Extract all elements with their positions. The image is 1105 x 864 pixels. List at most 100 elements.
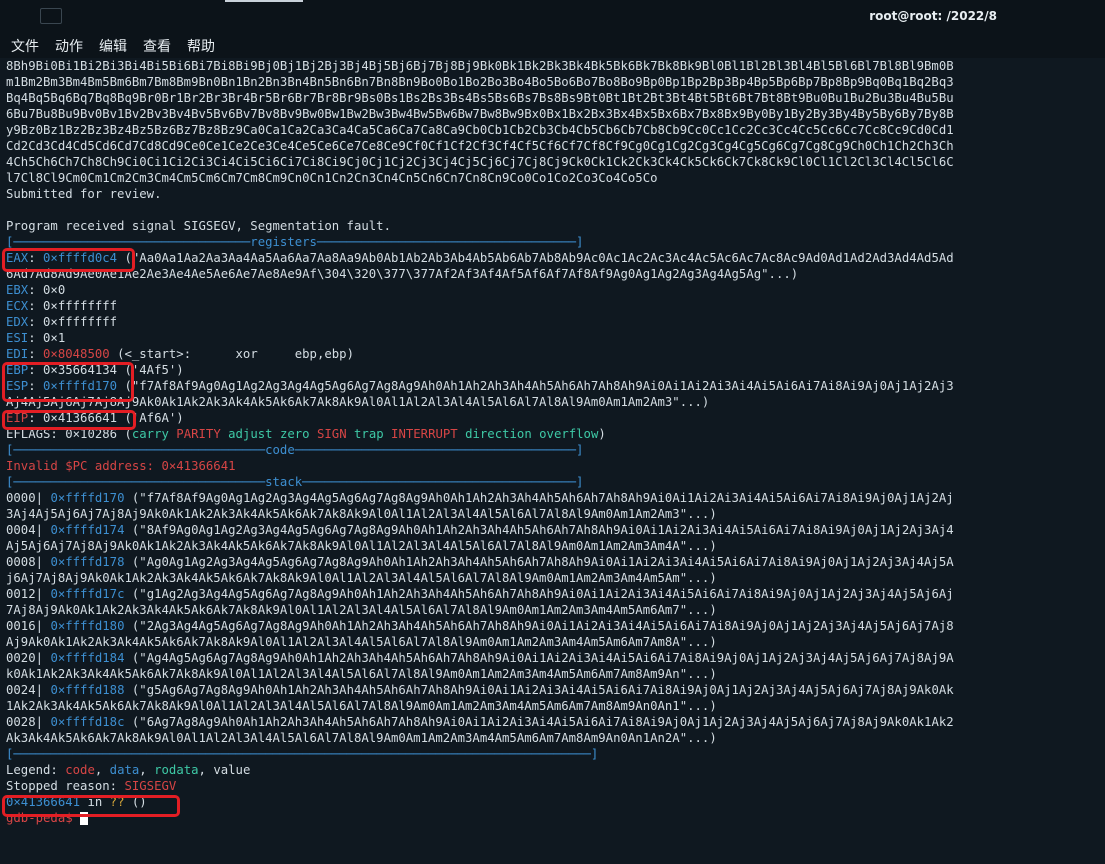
- flag-trap: trap: [354, 427, 384, 441]
- menu-file[interactable]: 文件: [11, 36, 39, 56]
- edi-value: (<_start>: xor ebp,ebp): [109, 347, 354, 361]
- pattern-line: m1Bm2Bm3Bm4Bm5Bm6Bm7Bm8Bm9Bn0Bn1Bn2Bn3Bn…: [6, 75, 954, 89]
- register-ebp: EBP: 0×35664134 ('4Af5'): [6, 362, 1105, 378]
- terminal-icon: [40, 8, 62, 24]
- stack-separator: [──────────────────────────────────stack…: [6, 475, 584, 489]
- legend-sep: ,: [139, 763, 155, 777]
- register-esi: ESI: 0×1: [6, 330, 1105, 346]
- stopped-reason: SIGSEGV: [124, 779, 177, 793]
- stack-row: 0004| 0×ffffd174 ("8Af9Ag0Ag1Ag2Ag3Ag4Ag…: [6, 522, 1105, 538]
- stack-address: 0×ffffd174: [50, 523, 125, 537]
- stack-value: ("2Ag3Ag4Ag5Ag6Ag7Ag8Ag9Ah0Ah1Ah2Ah3Ah4A…: [124, 619, 954, 633]
- eip-highlight-box: [2, 410, 136, 430]
- menu-action[interactable]: 动作: [55, 36, 83, 56]
- flag-direction: direction: [465, 427, 532, 441]
- stack-address: 0×ffffd180: [50, 619, 125, 633]
- stack-row: 0024| 0×ffffd188 ("g5Ag6Ag7Ag8Ag9Ah0Ah1A…: [6, 682, 1105, 698]
- esi-label: ESI: [6, 331, 29, 345]
- stack-address: 0×ffffd184: [50, 651, 125, 665]
- flag-interrupt: INTERRUPT: [391, 427, 458, 441]
- register-eip: EIP: 0×41366641 ('Af6A'): [6, 410, 1105, 426]
- stack-value-cont: 3Aj4Aj5Aj6Aj7Aj8Aj9Ak0Ak1Ak2Ak3Ak4Ak5Ak6…: [6, 507, 717, 521]
- menu-view[interactable]: 查看: [143, 36, 171, 56]
- edi-label: EDI: [6, 347, 29, 361]
- ecx-value: : 0×ffffffff: [28, 299, 118, 313]
- invalid-pc-line: Invalid $PC address: 0×41366641: [6, 459, 236, 473]
- legend-code: code: [65, 763, 95, 777]
- menu-edit[interactable]: 编辑: [99, 36, 127, 56]
- eax-highlight-box: [2, 248, 135, 272]
- legend-data: data: [109, 763, 140, 777]
- stopped-line: Stopped reason: SIGSEGV: [6, 778, 1105, 794]
- stack-row: 0008| 0×ffffd178 ("Ag0Ag1Ag2Ag3Ag4Ag5Ag6…: [6, 554, 1105, 570]
- submitted-line: Submitted for review.: [6, 187, 162, 201]
- register-esp: ESP: 0×ffffd170 ("f7Af8Af9Ag0Ag1Ag2Ag3Ag…: [6, 379, 954, 393]
- stack-value: ("8Af9Ag0Ag1Ag2Ag3Ag4Ag5Ag6Ag7Ag8Ag9Ah0A…: [124, 523, 954, 537]
- stack-value-cont: j6Aj7Aj8Aj9Ak0Ak1Ak2Ak3Ak4Ak5Ak6Ak7Ak8Ak…: [6, 571, 717, 585]
- legend-label: Legend:: [6, 763, 66, 777]
- stack-value: ("6Ag7Ag8Ag9Ah0Ah1Ah2Ah3Ah4Ah5Ah6Ah7Ah8A…: [124, 715, 954, 729]
- stack-value: ("Ag4Ag5Ag6Ag7Ag8Ag9Ah0Ah1Ah2Ah3Ah4Ah5Ah…: [124, 651, 954, 665]
- ecx-label: ECX: [6, 299, 29, 313]
- pattern-line: y9Bz0Bz1Bz2Bz3Bz4Bz5Bz6Bz7Bz8Bz9Ca0Ca1Ca…: [6, 123, 954, 137]
- code-separator: [──────────────────────────────────code─…: [6, 443, 584, 457]
- stack-row: 0016| 0×ffffd180 ("2Ag3Ag4Ag5Ag6Ag7Ag8Ag…: [6, 618, 1105, 634]
- stack-address: 0×ffffd18c: [50, 715, 125, 729]
- flag-sign: SIGN: [316, 427, 347, 441]
- stack-offset: 0004|: [6, 523, 44, 537]
- stack-offset: 0016|: [6, 619, 44, 633]
- stack-value: ("g1Ag2Ag3Ag4Ag5Ag6Ag7Ag8Ag9Ah0Ah1Ah2Ah3…: [124, 587, 954, 601]
- stack-value: ("Ag0Ag1Ag2Ag3Ag4Ag5Ag6Ag7Ag8Ag9Ah0Ah1Ah…: [124, 555, 954, 569]
- stack-offset: 0024|: [6, 683, 44, 697]
- edi-address: 0×8048500: [43, 347, 110, 361]
- pattern-line: 4Ch5Ch6Ch7Ch8Ch9Ci0Ci1Ci2Ci3Ci4Ci5Ci6Ci7…: [6, 155, 954, 169]
- stack-offset: 0012|: [6, 587, 44, 601]
- esp-value-cont: Aj4Aj5Aj6Aj7Aj8Aj9Ak0Ak1Ak2Ak3Ak4Ak5Ak6A…: [6, 395, 710, 409]
- terminal-output[interactable]: 8Bh9Bi0Bi1Bi2Bi3Bi4Bi5Bi6Bi7Bi8Bi9Bj0Bj1…: [6, 58, 1105, 864]
- ebx-label: EBX: [6, 283, 29, 297]
- stack-row: 0000| 0×ffffd170 ("f7Af8Af9Ag0Ag1Ag2Ag3A…: [6, 490, 1105, 506]
- stack-address: 0×ffffd170: [50, 491, 125, 505]
- edx-label: EDX: [6, 315, 29, 329]
- active-tab-indicator: [225, 0, 303, 2]
- register-ecx: ECX: 0×ffffffff: [6, 298, 1105, 314]
- stack-value-cont: Ak3Ak4Ak5Ak6Ak7Ak8Ak9Al0Al1Al2Al3Al4Al5A…: [6, 731, 717, 745]
- stack-address: 0×ffffd188: [50, 683, 125, 697]
- stack-value-cont: 7Aj8Aj9Ak0Ak1Ak2Ak3Ak4Ak5Ak6Ak7Ak8Ak9Al0…: [6, 603, 717, 617]
- window-title: root@root: /2022/8: [869, 9, 997, 23]
- stopped-label: Stopped reason:: [6, 779, 125, 793]
- frame-highlight-box: [2, 795, 180, 817]
- register-edi: EDI: 0×8048500 (<_start>: xor ebp,ebp): [6, 347, 354, 361]
- legend-sep: ,: [94, 763, 110, 777]
- stack-offset: 0008|: [6, 555, 44, 569]
- pattern-line: Bq4Bq5Bq6Bq7Bq8Bq9Br0Br1Br2Br3Br4Br5Br6B…: [6, 91, 954, 105]
- edx-value: : 0×ffffffff: [28, 315, 118, 329]
- legend-rodata: rodata: [154, 763, 199, 777]
- stack-value: ("f7Af8Af9Ag0Ag1Ag2Ag3Ag4Ag5Ag6Ag7Ag8Ag9…: [124, 491, 954, 505]
- register-eflags: EFLAGS: 0×10286 (carry PARITY adjust zer…: [6, 426, 1105, 442]
- flag-carry: carry: [131, 427, 169, 441]
- pattern-line: Cd2Cd3Cd4Cd5Cd6Cd7Cd8Cd9Ce0Ce1Ce2Ce3Ce4C…: [6, 139, 954, 153]
- flag-adjust: adjust: [228, 427, 273, 441]
- eax-value-cont: 6Ad7Ad8Ad9Ae0Ae1Ae2Ae3Ae4Ae5Ae6Ae7Ae8Ae9…: [6, 267, 799, 281]
- stack-address: 0×ffffd178: [50, 555, 125, 569]
- register-eax: EAX: 0×ffffd0c4 ("Aa0Aa1Aa2Aa3Aa4Aa5Aa6A…: [6, 251, 954, 265]
- menu-bar: 文件 动作 编辑 查看 帮助: [0, 32, 1105, 58]
- stack-address: 0×ffffd17c: [50, 587, 125, 601]
- pattern-line: 8Bh9Bi0Bi1Bi2Bi3Bi4Bi5Bi6Bi7Bi8Bi9Bj0Bj1…: [6, 59, 954, 73]
- end-separator: [───────────────────────────────────────…: [6, 747, 599, 761]
- stack-row: 0012| 0×ffffd17c ("g1Ag2Ag3Ag4Ag5Ag6Ag7A…: [6, 586, 1105, 602]
- esp-value: ("f7Af8Af9Ag0Ag1Ag2Ag3Ag4Ag5Ag6Ag7Ag8Ag9…: [117, 379, 954, 393]
- pattern-line: l7Cl8Cl9Cm0Cm1Cm2Cm3Cm4Cm5Cm6Cm7Cm8Cm9Cn…: [6, 171, 658, 185]
- menu-help[interactable]: 帮助: [187, 36, 215, 56]
- stack-value-cont: Aj9Ak0Ak1Ak2Ak3Ak4Ak5Ak6Ak7Ak8Ak9Al0Al1A…: [6, 635, 717, 649]
- signal-line: Program received signal SIGSEGV, Segment…: [6, 219, 391, 233]
- stack-offset: 0000|: [6, 491, 44, 505]
- ebp-esp-highlight-box: [2, 362, 134, 402]
- stack-offset: 0028|: [6, 715, 44, 729]
- pattern-line: 6Bu7Bu8Bu9Bv0Bv1Bv2Bv3Bv4Bv5Bv6Bv7Bv8Bv9…: [6, 107, 954, 121]
- eflags-close: ): [598, 427, 606, 441]
- stack-row: 0020| 0×ffffd184 ("Ag4Ag5Ag6Ag7Ag8Ag9Ah0…: [6, 650, 1105, 666]
- legend-sep: ,: [198, 763, 214, 777]
